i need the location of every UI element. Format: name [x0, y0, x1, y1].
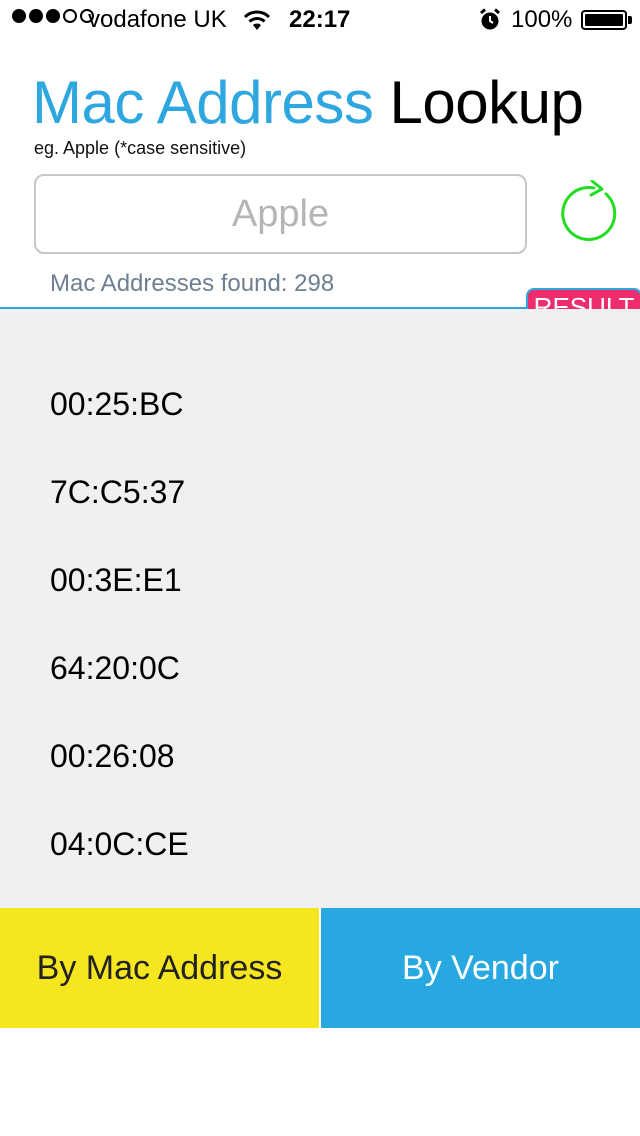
clock-time: 22:17 [289, 6, 351, 33]
list-item[interactable]: 00:26:08 [50, 738, 175, 775]
battery-percentage: 100% [511, 6, 573, 33]
list-item[interactable]: 7C:C5:37 [50, 474, 185, 511]
tab-by-vendor[interactable]: By Vendor [321, 908, 640, 1028]
alarm-clock-icon [480, 8, 500, 30]
list-item[interactable]: 00:3E:E1 [50, 562, 182, 599]
title-part-mac-address: Mac Address [32, 69, 374, 136]
refresh-icon[interactable] [554, 180, 620, 246]
search-input[interactable] [34, 174, 527, 254]
tab-by-mac-address[interactable]: By Mac Address [0, 908, 319, 1028]
signal-strength-icon [12, 9, 94, 23]
status-bar: vodafone UK 22:17 100% [0, 0, 640, 40]
battery-icon [581, 10, 627, 30]
title-part-lookup: Lookup [389, 69, 584, 136]
list-item[interactable]: 04:0C:CE [50, 826, 189, 863]
results-count: Mac Addresses found: 298 [50, 270, 335, 297]
search-hint: eg. Apple (*case sensitive) [34, 138, 247, 158]
carrier-name: vodafone UK [88, 6, 227, 33]
page-title: Mac Address Lookup [32, 68, 584, 137]
list-item[interactable]: 00:25:BC [50, 386, 183, 423]
mac-address-list[interactable]: 00:25:BC 7C:C5:37 00:3E:E1 64:20:0C 00:2… [0, 309, 640, 908]
list-item[interactable]: 64:20:0C [50, 650, 180, 687]
wifi-icon [243, 10, 271, 30]
